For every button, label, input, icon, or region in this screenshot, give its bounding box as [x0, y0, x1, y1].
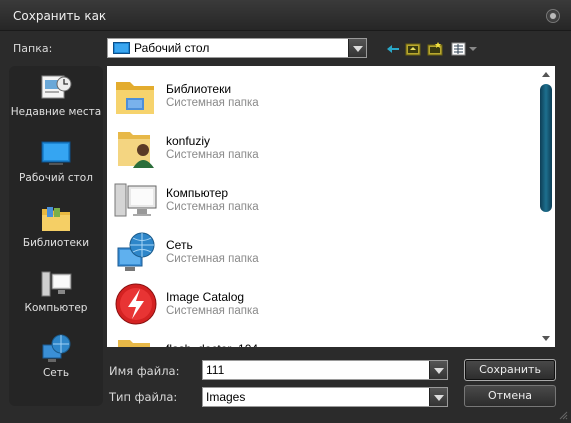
place-computer[interactable]: Компьютер — [9, 268, 103, 314]
list-item[interactable]: Библиотеки Системная папка — [107, 66, 537, 118]
scroll-down-icon[interactable] — [542, 336, 550, 341]
file-name: Image Catalog — [166, 290, 245, 304]
computer-icon — [41, 271, 72, 297]
location-combobox[interactable]: Рабочий стол — [107, 38, 367, 58]
list-item[interactable]: Image Catalog Системная папка — [107, 274, 537, 326]
resize-grip-icon[interactable] — [558, 410, 568, 420]
list-item[interactable]: flash_doctor_104 — [107, 326, 537, 347]
place-network-label: Сеть — [42, 367, 70, 379]
list-item[interactable]: konfuziy Системная папка — [107, 118, 537, 170]
list-item[interactable]: Сеть Системная папка — [107, 222, 537, 274]
filetype-select[interactable]: Images — [202, 387, 448, 407]
filename-input[interactable]: 111 — [202, 360, 448, 380]
list-item[interactable]: Компьютер Системная папка — [107, 170, 537, 222]
recent-places-icon — [41, 75, 72, 99]
place-libraries[interactable]: Библиотеки — [9, 203, 103, 249]
filename-value: 111 — [206, 363, 225, 377]
scroll-thumb[interactable] — [540, 84, 552, 212]
file-name: konfuziy — [166, 134, 211, 148]
cancel-button[interactable]: Отмена — [464, 385, 556, 407]
filetype-label: Тип файла: — [109, 390, 178, 404]
place-libraries-label: Библиотеки — [22, 237, 90, 249]
location-value: Рабочий стол — [134, 41, 210, 55]
place-recent[interactable]: Недавние места — [9, 72, 103, 118]
network-icon — [42, 334, 71, 362]
file-list[interactable]: Библиотеки Системная папка konfuziy Сист… — [107, 66, 555, 347]
file-type: Системная папка — [166, 149, 259, 161]
desktop-icon — [113, 42, 130, 54]
file-list-scrollbar[interactable] — [537, 66, 555, 347]
file-type: Системная папка — [166, 253, 259, 265]
scroll-up-icon[interactable] — [542, 72, 550, 77]
filename-label: Имя файла: — [109, 364, 180, 378]
save-button[interactable]: Сохранить — [464, 359, 556, 381]
file-type: Системная папка — [166, 97, 259, 109]
file-name: flash_doctor_104 — [166, 342, 258, 347]
dialog-title: Сохранить как — [13, 9, 107, 23]
view-menu-icon[interactable] — [451, 41, 479, 57]
location-label: Папка: — [13, 42, 53, 55]
chevron-down-icon[interactable] — [429, 361, 447, 379]
new-folder-icon[interactable] — [427, 41, 443, 57]
filetype-value: Images — [206, 390, 246, 404]
computer-icon — [114, 183, 157, 217]
libraries-icon — [42, 207, 70, 231]
libraries-folder-icon — [116, 82, 154, 114]
up-folder-icon[interactable] — [405, 41, 421, 57]
chevron-down-icon[interactable] — [429, 388, 447, 406]
place-network[interactable]: Сеть — [9, 333, 103, 379]
back-arrow-icon[interactable] — [385, 41, 401, 57]
title-bar: Сохранить как — [0, 0, 571, 31]
place-desktop-label: Рабочий стол — [19, 172, 93, 184]
file-name: Библиотеки — [166, 82, 232, 96]
file-type: Системная папка — [166, 305, 259, 317]
close-button[interactable] — [546, 9, 560, 23]
user-folder-icon — [118, 132, 154, 168]
file-type: Системная папка — [166, 201, 259, 213]
folder-icon — [118, 340, 150, 347]
place-recent-label: Недавние места — [10, 106, 102, 118]
file-name: Сеть — [166, 238, 193, 252]
file-name: Компьютер — [166, 186, 229, 200]
chevron-down-icon[interactable] — [348, 39, 366, 57]
desktop-icon — [41, 141, 71, 165]
place-desktop[interactable]: Рабочий стол — [9, 138, 103, 184]
network-globe-icon — [117, 232, 155, 271]
places-bar: Недавние места Рабочий стол Библиотеки К… — [9, 66, 103, 406]
image-catalog-icon — [115, 283, 157, 325]
place-computer-label: Компьютер — [24, 302, 88, 314]
